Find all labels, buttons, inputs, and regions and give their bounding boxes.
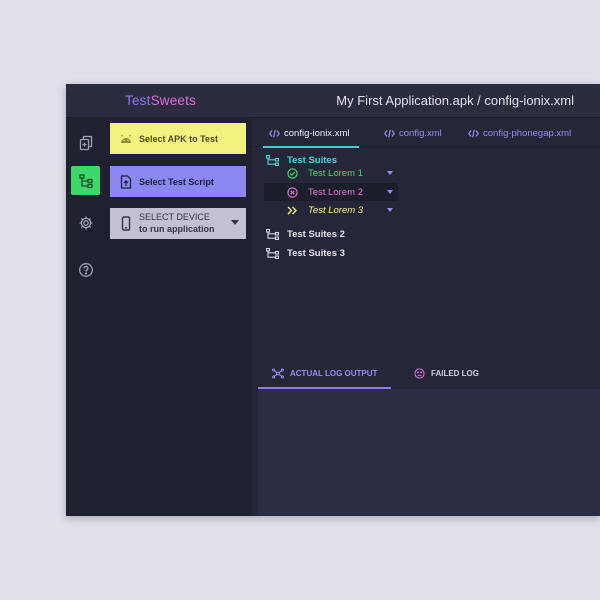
android-icon: [113, 133, 139, 145]
tree-item-test-lorem-3[interactable]: Test Lorem 3: [264, 201, 398, 219]
chevron-down-icon[interactable]: [387, 208, 393, 212]
select-device-line2: to run application: [139, 223, 215, 234]
gear-icon[interactable]: [71, 208, 100, 237]
code-icon: [269, 129, 280, 138]
left-panel: Select APK to Test Select Test Script SE…: [108, 119, 252, 516]
nodes-icon: [272, 368, 284, 379]
log-output-area[interactable]: [258, 389, 600, 516]
app-window: TestSweets My First Application.apk / co…: [66, 84, 600, 516]
select-test-script-label: Select Test Script: [139, 176, 214, 187]
tree-item-test-suites-3[interactable]: Test Suites 3: [266, 248, 345, 259]
code-icon: [384, 129, 395, 138]
chevron-down-icon[interactable]: [387, 171, 393, 175]
select-apk-label: Select APK to Test: [139, 133, 219, 144]
tab-config-ionix[interactable]: config-ionix.xml: [262, 119, 360, 148]
double-chevron-right-icon: [287, 206, 302, 215]
tree-item-label: Test Lorem 2: [308, 186, 363, 198]
tree-item-test-suites-2[interactable]: Test Suites 2: [266, 229, 345, 240]
tab-failed-log[interactable]: FAILED LOG: [414, 358, 479, 389]
app-logo: TestSweets: [125, 93, 196, 108]
tree-branch-icon: [266, 248, 281, 259]
code-icon: [468, 129, 479, 138]
icon-sidebar: [66, 119, 108, 516]
chevron-down-icon: [231, 220, 239, 225]
error-circle-icon: [287, 186, 302, 198]
tab-label: config-ionix.xml: [284, 127, 350, 139]
help-circle-icon[interactable]: [71, 255, 100, 284]
sad-face-icon: [414, 368, 425, 379]
tab-actual-log-output[interactable]: ACTUAL LOG OUTPUT: [257, 358, 392, 389]
check-circle-icon: [287, 167, 302, 179]
tree-item-label: Test Lorem 3: [308, 204, 364, 216]
select-test-script-button[interactable]: Select Test Script: [110, 166, 246, 197]
tree-structure-icon[interactable]: [71, 166, 100, 195]
mobile-phone-icon: [113, 216, 139, 231]
tab-config[interactable]: config.xml: [384, 119, 442, 147]
chevron-down-icon[interactable]: [387, 190, 393, 194]
tree-item-label: Test Suites 2: [287, 229, 345, 240]
tree-branch-icon: [266, 229, 281, 240]
select-device-text: SELECT DEVICE to run application: [139, 212, 215, 235]
brand-text-part2: Sweets: [150, 93, 197, 108]
title-bar: TestSweets My First Application.apk / co…: [66, 84, 600, 118]
log-tabs: ACTUAL LOG OUTPUT FAILED LOG: [257, 358, 600, 389]
main-area: config-ionix.xml config.xml config-phone…: [252, 119, 600, 516]
tree-item-label: Test Lorem 1: [308, 167, 363, 179]
brand-text-part1: Test: [125, 93, 151, 108]
tab-label: ACTUAL LOG OUTPUT: [290, 369, 378, 378]
tab-config-phonegap[interactable]: config-phonegap.xml: [468, 119, 571, 147]
tab-label: FAILED LOG: [431, 369, 479, 378]
tree-item-test-lorem-1[interactable]: Test Lorem 1: [264, 164, 398, 182]
file-tabs: config-ionix.xml config.xml config-phone…: [252, 119, 600, 148]
log-panel: ACTUAL LOG OUTPUT FAILED LOG: [257, 358, 600, 516]
tab-label: config.xml: [399, 127, 442, 139]
tree-item-label: Test Suites 3: [287, 248, 345, 259]
tree-item-test-lorem-2[interactable]: Test Lorem 2: [264, 183, 398, 201]
file-upload-icon: [113, 174, 139, 189]
tab-label: config-phonegap.xml: [483, 127, 572, 139]
select-apk-button[interactable]: Select APK to Test: [110, 123, 246, 154]
select-device-dropdown[interactable]: SELECT DEVICE to run application: [110, 208, 246, 239]
copy-add-icon[interactable]: [71, 128, 100, 157]
window-title: My First Application.apk / config-ionix.…: [336, 93, 574, 108]
select-device-line1: SELECT DEVICE: [139, 212, 210, 222]
